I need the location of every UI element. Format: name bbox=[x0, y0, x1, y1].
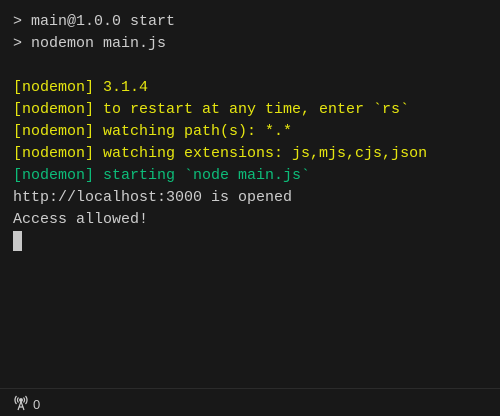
terminal-line: [nodemon] starting `node main.js` bbox=[13, 167, 311, 184]
terminal-line-watching-path: [nodemon] watching path(s): *.* bbox=[13, 123, 293, 140]
ports-indicator[interactable]: 0 bbox=[13, 395, 40, 414]
terminal-cursor bbox=[13, 231, 22, 251]
terminal-line: [nodemon] watching extensions: js,mjs,cj… bbox=[13, 145, 428, 162]
terminal-line: > nodemon main.js bbox=[13, 35, 167, 52]
terminal-line: > main@1.0.0 start bbox=[13, 13, 176, 30]
terminal-output[interactable]: > main@1.0.0 start > nodemon main.js [no… bbox=[13, 11, 493, 253]
ports-count: 0 bbox=[33, 397, 41, 412]
status-bar: 0 bbox=[0, 388, 500, 416]
terminal-line: Access allowed! bbox=[13, 211, 149, 228]
terminal-line: http://localhost:3000 is opened bbox=[13, 189, 293, 206]
terminal-line: [nodemon] 3.1.4 bbox=[13, 79, 149, 96]
terminal-line: [nodemon] to restart at any time, enter … bbox=[13, 101, 410, 118]
broadcast-icon bbox=[13, 395, 29, 414]
